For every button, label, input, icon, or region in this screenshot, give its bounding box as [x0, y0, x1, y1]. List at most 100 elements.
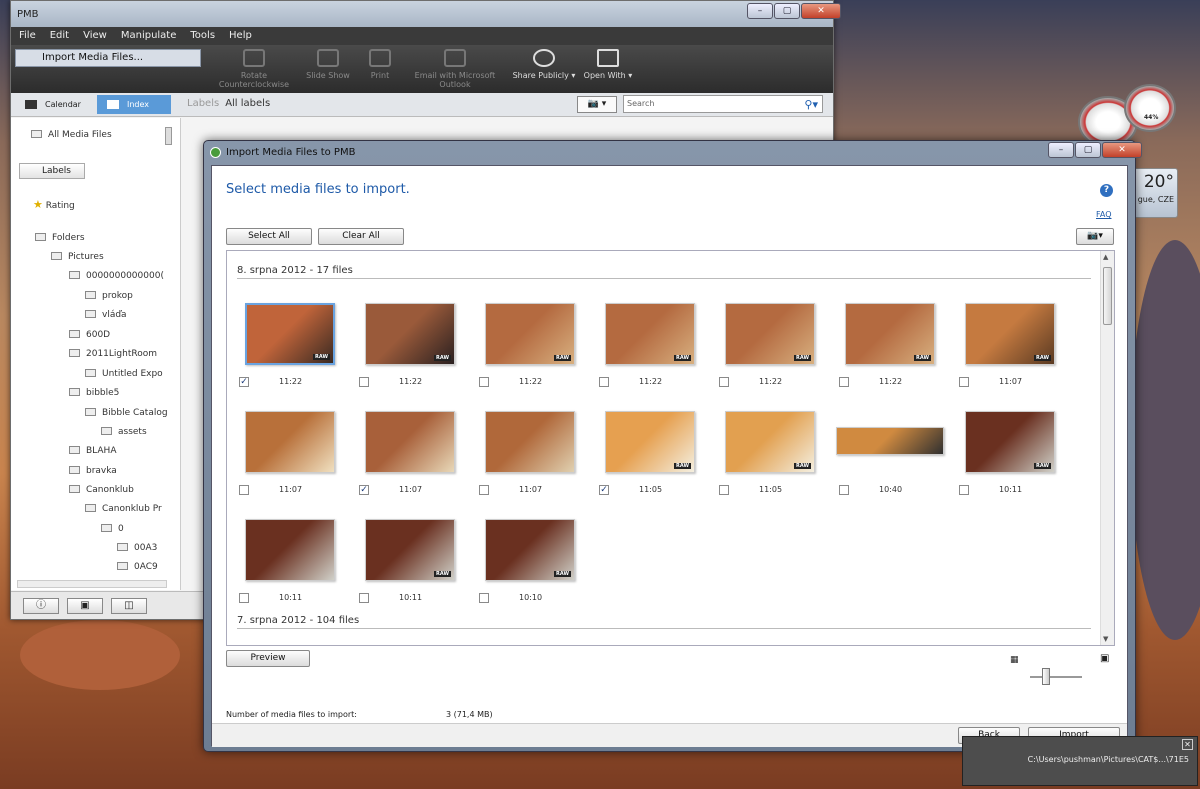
- group-header[interactable]: 7. srpna 2012 - 104 files: [237, 615, 1091, 629]
- folder-item[interactable]: 0: [101, 524, 124, 534]
- small-thumbs-icon[interactable]: ▦: [1010, 655, 1019, 665]
- select-checkbox[interactable]: [959, 377, 969, 387]
- select-all-button[interactable]: Select All: [226, 228, 312, 245]
- folder-item[interactable]: 0000000000000(: [69, 271, 164, 281]
- thumb-size-slider[interactable]: [1030, 668, 1082, 685]
- thumbnail[interactable]: RAW: [605, 303, 695, 365]
- thumbnail[interactable]: [836, 427, 944, 455]
- large-thumbs-icon[interactable]: ▣: [1100, 653, 1109, 664]
- menu-help[interactable]: Help: [229, 27, 252, 45]
- select-checkbox[interactable]: [719, 485, 729, 495]
- scroll-thumb[interactable]: [1103, 267, 1112, 325]
- tab-calendar[interactable]: Calendar: [15, 95, 89, 114]
- thumbnail[interactable]: [485, 411, 575, 473]
- thumbnail[interactable]: RAW: [365, 303, 455, 365]
- folder-item[interactable]: prokop: [85, 291, 133, 301]
- select-checkbox[interactable]: [359, 377, 369, 387]
- thumbnail[interactable]: RAW: [725, 411, 815, 473]
- folder-item[interactable]: BLAHA: [69, 446, 116, 456]
- menu-manipulate[interactable]: Manipulate: [121, 27, 177, 45]
- folder-item[interactable]: vláďa: [85, 310, 127, 320]
- camera-menu-button[interactable]: 📷 ▾: [577, 96, 617, 113]
- sidebar-item-all-media[interactable]: All Media Files: [31, 130, 112, 140]
- select-checkbox[interactable]: [359, 593, 369, 603]
- scroll-up-icon[interactable]: ▲: [1103, 253, 1108, 261]
- select-checkbox[interactable]: ✓: [359, 485, 369, 495]
- import-media-menu-item[interactable]: Import Media Files...: [15, 49, 201, 67]
- menu-edit[interactable]: Edit: [50, 27, 69, 45]
- select-checkbox[interactable]: [599, 377, 609, 387]
- select-checkbox[interactable]: [479, 593, 489, 603]
- menu-tools[interactable]: Tools: [190, 27, 215, 45]
- close-button[interactable]: ✕: [1102, 142, 1142, 158]
- folder-item[interactable]: 00A3: [117, 543, 157, 553]
- search-icon[interactable]: ⚲▾: [804, 97, 818, 113]
- breadcrumb-labels[interactable]: Labels: [187, 98, 219, 109]
- sidebar-item-folders[interactable]: Folders: [35, 233, 85, 243]
- open-with-button[interactable]: Open With ▾: [563, 49, 653, 80]
- clear-all-button[interactable]: Clear All: [318, 228, 404, 245]
- menu-view[interactable]: View: [83, 27, 107, 45]
- help-icon[interactable]: ?: [1100, 184, 1113, 197]
- folder-item[interactable]: assets: [101, 427, 147, 437]
- folder-item[interactable]: Canonklub: [69, 485, 134, 495]
- panel-button[interactable]: ◫: [111, 598, 147, 614]
- select-checkbox[interactable]: [839, 377, 849, 387]
- faq-link[interactable]: FAQ: [1096, 210, 1112, 219]
- tab-index[interactable]: Index: [97, 95, 171, 114]
- folder-item[interactable]: Bibble Catalog: [85, 408, 168, 418]
- email-button[interactable]: Email with Microsoft Outlook: [409, 49, 501, 89]
- search-input[interactable]: Search ⚲▾: [623, 95, 823, 113]
- maximize-button[interactable]: ▢: [774, 3, 800, 19]
- select-checkbox[interactable]: ✓: [599, 485, 609, 495]
- info-button[interactable]: ⓘ: [23, 598, 59, 614]
- thumbnail[interactable]: RAW: [245, 303, 335, 365]
- folder-item[interactable]: Canonklub Pr: [85, 504, 162, 514]
- select-checkbox[interactable]: [479, 485, 489, 495]
- close-icon[interactable]: ✕: [1182, 739, 1193, 750]
- sidebar-scroll-thumb[interactable]: [165, 127, 172, 145]
- folder-item[interactable]: 600D: [69, 330, 110, 340]
- folder-item[interactable]: Untitled Expo: [85, 369, 163, 379]
- folder-item[interactable]: 0AC9: [117, 562, 158, 572]
- thumbnail[interactable]: RAW: [365, 519, 455, 581]
- thumbnail[interactable]: [245, 519, 335, 581]
- maximize-button[interactable]: ▢: [1075, 142, 1101, 158]
- memory-gauge[interactable]: [1124, 84, 1176, 132]
- select-checkbox[interactable]: [959, 485, 969, 495]
- menu-file[interactable]: File: [19, 27, 36, 45]
- gallery-scrollbar[interactable]: ▲ ▼: [1100, 251, 1114, 645]
- preview-button[interactable]: Preview: [226, 650, 310, 667]
- camera-menu-button[interactable]: 📷▾: [1076, 228, 1114, 245]
- thumbnail[interactable]: [245, 411, 335, 473]
- folder-item[interactable]: 2011LightRoom: [69, 349, 157, 359]
- folder-item[interactable]: bibble5: [69, 388, 119, 398]
- weather-gadget[interactable]: 20° gue, CZE: [1132, 168, 1178, 218]
- select-checkbox[interactable]: [239, 485, 249, 495]
- thumbnail[interactable]: RAW: [485, 303, 575, 365]
- labels-button[interactable]: Labels: [19, 163, 85, 179]
- group-header[interactable]: 8. srpna 2012 - 17 files: [237, 265, 1091, 279]
- folder-item[interactable]: bravka: [69, 466, 117, 476]
- thumbnail[interactable]: RAW: [485, 519, 575, 581]
- select-checkbox[interactable]: [239, 593, 249, 603]
- minimize-button[interactable]: –: [747, 3, 773, 19]
- thumbnail[interactable]: RAW: [725, 303, 815, 365]
- slider-thumb[interactable]: [1042, 668, 1050, 685]
- select-checkbox[interactable]: ✓: [239, 377, 249, 387]
- select-checkbox[interactable]: [479, 377, 489, 387]
- thumbnail[interactable]: [365, 411, 455, 473]
- person-button[interactable]: ▣: [67, 598, 103, 614]
- thumbnail[interactable]: RAW: [965, 303, 1055, 365]
- sidebar-item-rating[interactable]: ★ Rating: [33, 198, 75, 211]
- close-button[interactable]: ✕: [801, 3, 841, 19]
- sidebar-hscroll[interactable]: [17, 580, 167, 588]
- thumbnail[interactable]: RAW: [845, 303, 935, 365]
- scroll-down-icon[interactable]: ▼: [1103, 635, 1108, 643]
- folder-item[interactable]: Pictures: [51, 252, 104, 262]
- select-checkbox[interactable]: [839, 485, 849, 495]
- select-checkbox[interactable]: [719, 377, 729, 387]
- thumbnail[interactable]: RAW: [965, 411, 1055, 473]
- minimize-button[interactable]: –: [1048, 142, 1074, 158]
- thumbnail[interactable]: RAW: [605, 411, 695, 473]
